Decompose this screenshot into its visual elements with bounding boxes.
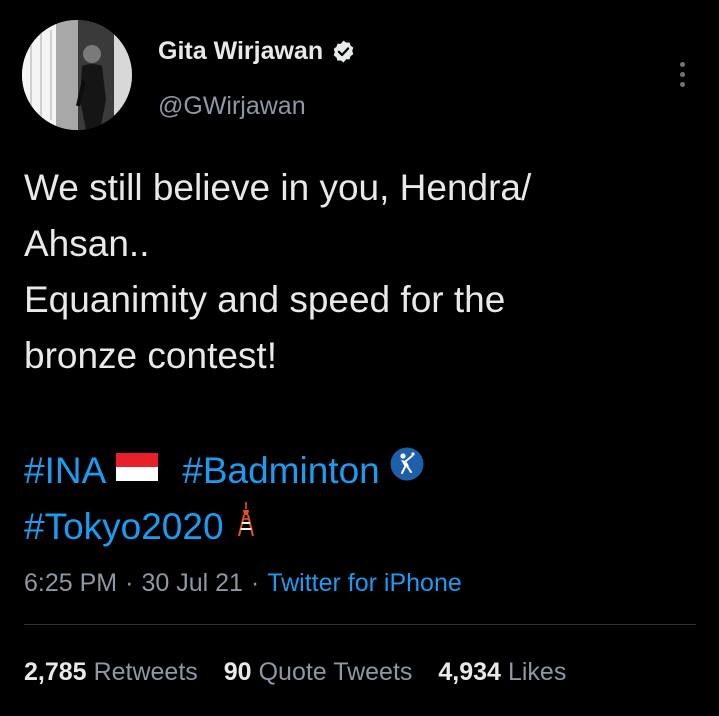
quote-tweets-stat[interactable]: 90 Quote Tweets	[224, 658, 413, 687]
meta-separator: ·	[125, 568, 134, 597]
retweets-count: 2,785	[24, 657, 87, 686]
hashtag-tokyo2020[interactable]: #Tokyo2020	[24, 506, 224, 547]
more-dot	[679, 81, 685, 87]
indonesia-flag-icon	[116, 441, 159, 497]
display-name[interactable]: Gita Wirjawan	[158, 37, 323, 66]
quote-tweets-count: 90	[223, 657, 252, 686]
likes-stat[interactable]: 4,934 Likes	[438, 658, 566, 687]
quote-tweets-label: Quote Tweets	[258, 657, 413, 686]
meta-separator: ·	[250, 568, 260, 597]
more-dots-icon	[679, 61, 685, 67]
divider	[24, 624, 696, 625]
likes-count: 4,934	[438, 657, 501, 686]
more-options-button[interactable]	[670, 56, 694, 92]
tweet-stats: 2,785 Retweets 90 Quote Tweets 4,934 Lik…	[24, 655, 592, 689]
tweet-line: We still believe in you, Hendra/	[24, 167, 532, 208]
badminton-icon	[390, 441, 424, 497]
hashtag-line: #Tokyo2020	[24, 499, 684, 555]
profile-photo-icon	[22, 20, 132, 130]
tweet-line: bronze contest!	[24, 335, 277, 376]
likes-label: Likes	[507, 657, 567, 686]
verified-badge-icon	[331, 39, 356, 64]
user-handle[interactable]: @GWirjawan	[158, 92, 306, 121]
tweet-line: Equanimity and speed for the	[24, 279, 506, 320]
name-row: Gita Wirjawan	[158, 34, 356, 68]
avatar[interactable]	[22, 20, 132, 130]
tokyo-tower-icon	[234, 497, 258, 553]
hashtag-block: #INA #Badminton #Tokyo2020	[24, 443, 684, 555]
hashtag-ina[interactable]: #INA	[24, 450, 106, 491]
more-dot	[679, 71, 685, 77]
tweet-line: Ahsan..	[24, 223, 150, 264]
hashtag-line: #INA #Badminton	[24, 443, 684, 499]
tweet-date[interactable]: 30 Jul 21	[141, 569, 242, 598]
tweet-source-link[interactable]: Twitter for iPhone	[267, 569, 462, 598]
tweet-text: We still believe in you, Hendra/ Ahsan..…	[24, 160, 674, 384]
tweet-meta: 6:25 PM · 30 Jul 21 · Twitter for iPhone	[24, 566, 462, 600]
hashtag-badminton[interactable]: #Badminton	[182, 450, 379, 491]
retweets-stat[interactable]: 2,785 Retweets	[24, 658, 198, 687]
tweet-header: Gita Wirjawan @GWirjawan	[22, 20, 697, 130]
retweets-label: Retweets	[93, 657, 198, 686]
tweet-time[interactable]: 6:25 PM	[24, 569, 117, 598]
